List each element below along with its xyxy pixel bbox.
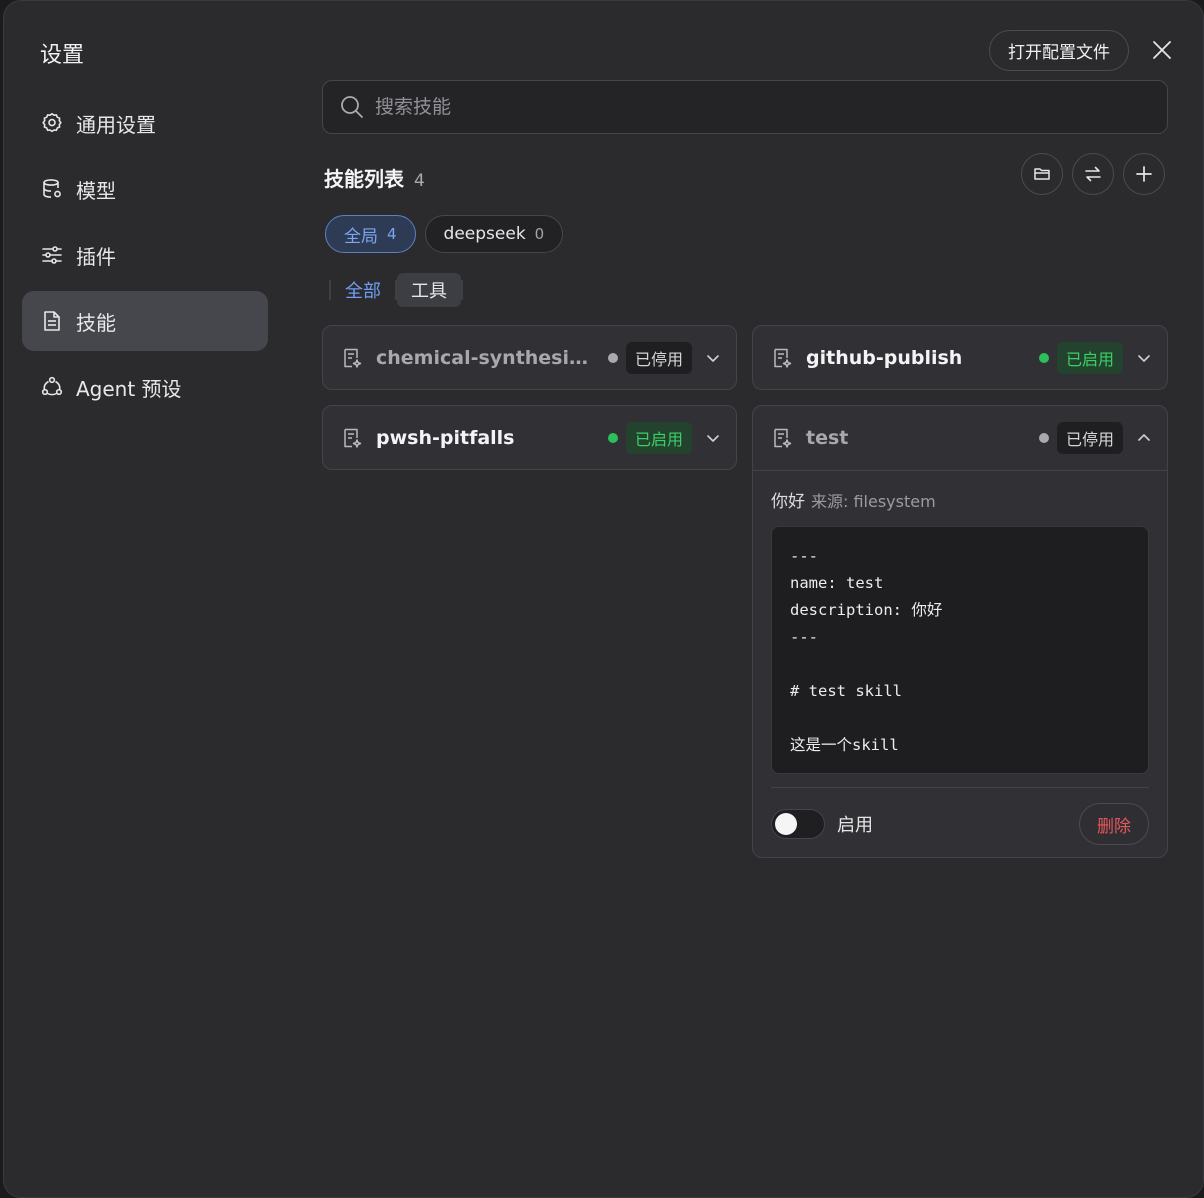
skill-file-icon <box>774 428 792 448</box>
search-icon <box>341 96 363 118</box>
database-icon <box>43 179 61 198</box>
sidebar-item-label: 技能 <box>76 310 116 335</box>
skill-list-header: 技能列表 4 <box>324 163 425 192</box>
skill-card-expanded: test 已停用 你好 来源: filesystem --- name: test… <box>752 405 1168 858</box>
chip-count: 4 <box>387 225 397 243</box>
sidebar-item-label: 模型 <box>76 178 116 203</box>
skill-file-icon <box>774 348 792 368</box>
skill-name: pwsh-pitfalls <box>376 427 515 449</box>
add-skill-button[interactable] <box>1123 153 1165 195</box>
chevron-up-icon[interactable] <box>1135 429 1153 447</box>
skill-source: 来源: filesystem <box>811 492 936 511</box>
skill-list-title: 技能列表 <box>324 167 404 191</box>
chevron-down-icon[interactable] <box>1135 349 1153 367</box>
skill-file-icon <box>344 348 362 368</box>
status-dot <box>1038 353 1049 363</box>
chip-count: 0 <box>534 225 545 243</box>
scope-chip-global[interactable]: 全局 4 <box>325 215 416 253</box>
skill-list-count: 4 <box>414 171 425 191</box>
skill-card: pwsh-pitfalls 已启用 <box>322 405 737 470</box>
skill-file-icon <box>344 428 362 448</box>
sidebar-item-label: 通用设置 <box>76 112 156 137</box>
enable-toggle-label: 启用 <box>837 815 873 836</box>
chevron-down-icon[interactable] <box>704 349 722 367</box>
sliders-icon <box>42 246 62 264</box>
toggle-knob <box>775 813 797 835</box>
search-box <box>322 80 1168 134</box>
skill-meta: 你好 来源: filesystem <box>771 487 1149 512</box>
sidebar-item-agent-presets[interactable]: Agent 预设 <box>22 357 268 417</box>
status-badge: 已停用 <box>625 342 692 374</box>
skill-card-header[interactable]: github-publish 已启用 <box>753 326 1167 389</box>
swap-button[interactable] <box>1072 153 1114 195</box>
document-icon <box>44 311 60 331</box>
skill-card: chemical-synthesis-ro... 已停用 <box>322 325 737 390</box>
skill-name: test <box>806 427 849 449</box>
close-button[interactable] <box>1148 36 1176 64</box>
skill-card-header[interactable]: test 已停用 <box>753 406 1167 470</box>
skill-name: chemical-synthesis-ro... <box>376 347 594 369</box>
skill-detail: 你好 来源: filesystem --- name: test descript… <box>753 470 1167 857</box>
sidebar-item-model[interactable]: 模型 <box>22 159 268 219</box>
skill-detail-footer: 启用 删除 <box>771 787 1149 845</box>
sidebar-item-label: 插件 <box>76 244 116 269</box>
sidebar-item-skills[interactable]: 技能 <box>22 291 268 351</box>
skill-card-header[interactable]: chemical-synthesis-ro... 已停用 <box>323 326 736 389</box>
status-badge: 已启用 <box>625 422 692 454</box>
tab-tools[interactable]: 工具 <box>397 273 461 307</box>
search-input[interactable] <box>375 96 1167 118</box>
close-icon <box>1153 41 1171 59</box>
folder-icon <box>1034 168 1050 180</box>
status-badge: 已停用 <box>1056 422 1123 454</box>
sidebar-item-general[interactable]: 通用设置 <box>22 93 268 153</box>
chevron-down-icon[interactable] <box>704 429 722 447</box>
skill-card-header[interactable]: pwsh-pitfalls 已启用 <box>323 406 736 469</box>
sidebar-item-label: Agent 预设 <box>76 376 182 401</box>
settings-title: 设置 <box>40 43 85 68</box>
swap-arrows-icon <box>1085 166 1101 182</box>
status-dot <box>607 433 618 443</box>
plus-icon <box>1136 166 1152 182</box>
sidebar-item-plugins[interactable]: 插件 <box>22 225 268 285</box>
chip-label: deepseek <box>443 224 526 244</box>
sidebar: 通用设置 模型 插件 技能 Agent 预设 <box>22 93 268 423</box>
chip-label: 全局 <box>344 226 378 247</box>
scope-chips: 全局 4 deepseek 0 <box>325 215 572 253</box>
delete-button[interactable]: 删除 <box>1079 803 1149 845</box>
enable-toggle[interactable] <box>771 809 825 839</box>
open-folder-button[interactable] <box>1021 153 1063 195</box>
skill-card: github-publish 已启用 <box>752 325 1168 390</box>
open-config-button[interactable]: 打开配置文件 <box>989 30 1129 71</box>
category-tabs: 全部 工具 <box>329 273 463 307</box>
status-badge: 已启用 <box>1056 342 1123 374</box>
share-nodes-icon <box>41 376 63 396</box>
settings-window: 设置 通用设置 模型 插件 技能 Agent 预设 打开配置文件 搜索技能 技能… <box>3 0 1204 1198</box>
status-dot <box>607 353 618 363</box>
skill-content-preview: --- name: test description: 你好 --- # tes… <box>771 526 1149 774</box>
status-dot <box>1038 433 1049 443</box>
tab-divider <box>461 280 463 300</box>
skill-description: 你好 <box>771 492 805 512</box>
tab-all[interactable]: 全部 <box>331 273 395 307</box>
scope-chip-deepseek[interactable]: deepseek 0 <box>424 215 564 253</box>
gear-icon <box>42 113 62 133</box>
skill-name: github-publish <box>806 347 963 369</box>
